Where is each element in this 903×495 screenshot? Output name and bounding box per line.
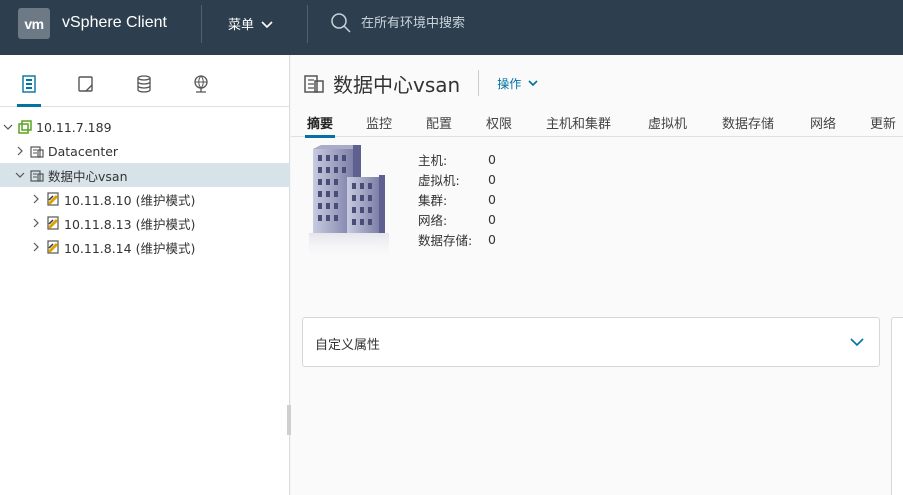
tree-item-label: 10.11.8.13 (维护模式) bbox=[64, 216, 196, 232]
chevron-down-icon[interactable] bbox=[14, 169, 26, 181]
storage-icon bbox=[137, 75, 151, 93]
datacenter-building-icon bbox=[309, 145, 389, 263]
host-maintenance-icon bbox=[46, 240, 60, 254]
header-divider bbox=[307, 5, 308, 43]
stat-vms: 虚拟机: 0 bbox=[418, 171, 496, 188]
tab-hosts-clusters[interactable]: 主机和集群 bbox=[546, 113, 611, 132]
tab-vms[interactable]: 虚拟机 bbox=[648, 113, 687, 132]
chevron-down-icon[interactable] bbox=[849, 334, 865, 350]
object-tabs: 摘要 监控 配置 权限 主机和集群 虚拟机 数据存储 网络 更新 bbox=[291, 109, 903, 138]
vcenter-icon bbox=[18, 120, 32, 134]
vm-logo[interactable]: vm bbox=[18, 8, 50, 39]
tab-updates[interactable]: 更新 bbox=[870, 113, 896, 132]
host-maintenance-icon bbox=[46, 216, 60, 230]
tree-item-host[interactable]: 10.11.8.14 (维护模式) bbox=[0, 235, 290, 259]
tab-networking[interactable] bbox=[186, 69, 216, 99]
menu-label: 菜单 bbox=[228, 18, 255, 33]
chevron-down-icon bbox=[528, 80, 538, 87]
tab-permissions[interactable]: 权限 bbox=[486, 113, 512, 132]
tab-monitor[interactable]: 监控 bbox=[366, 113, 392, 132]
global-search[interactable] bbox=[330, 10, 630, 36]
vms-templates-icon bbox=[78, 76, 93, 92]
actions-label: 操作 bbox=[497, 76, 522, 91]
chevron-down-icon[interactable] bbox=[2, 121, 14, 133]
networking-icon bbox=[194, 75, 208, 93]
tab-hosts-clusters[interactable] bbox=[14, 69, 44, 107]
summary-stats: 主机: 0 虚拟机: 0 集群: 0 网络: 0 数据存储: 0 bbox=[418, 149, 496, 249]
tree-item-label: 10.11.8.10 (维护模式) bbox=[64, 192, 196, 208]
tab-networks[interactable]: 网络 bbox=[810, 113, 836, 132]
datacenter-icon bbox=[304, 75, 324, 93]
chevron-right-icon[interactable] bbox=[30, 193, 42, 205]
tree-item-datacenter[interactable]: Datacenter bbox=[0, 139, 290, 163]
tab-datastores[interactable]: 数据存储 bbox=[722, 113, 774, 132]
header-divider bbox=[201, 5, 202, 43]
host-maintenance-icon bbox=[46, 192, 60, 206]
hosts-clusters-icon bbox=[22, 75, 36, 93]
main-content: 数据中心vsan 操作 摘要 监控 配置 权限 主机和集群 虚拟机 数据存储 网… bbox=[291, 55, 903, 495]
chevron-right-icon[interactable] bbox=[14, 145, 26, 157]
tree-item-label: 数据中心vsan bbox=[48, 168, 128, 184]
chevron-down-icon bbox=[261, 20, 273, 28]
tree-item-label: 10.11.7.189 bbox=[36, 119, 112, 135]
card-title: 自定义属性 bbox=[315, 338, 381, 353]
stat-clusters: 集群: 0 bbox=[418, 191, 496, 208]
tree-item-label: Datacenter bbox=[48, 143, 119, 159]
actions-menu-button[interactable]: 操作 bbox=[497, 75, 539, 92]
stat-datastores: 数据存储: 0 bbox=[418, 231, 496, 248]
datacenter-icon bbox=[30, 144, 44, 158]
chevron-right-icon[interactable] bbox=[30, 217, 42, 229]
tree-item-vcenter[interactable]: 10.11.7.189 bbox=[0, 115, 290, 139]
inventory-view-tabs bbox=[0, 55, 290, 107]
side-card bbox=[891, 317, 903, 495]
tab-summary[interactable]: 摘要 bbox=[304, 113, 336, 138]
stat-hosts: 主机: 0 bbox=[418, 151, 496, 168]
tab-vms-templates[interactable] bbox=[71, 69, 101, 99]
top-header-bar: vm vSphere Client 菜单 bbox=[0, 0, 903, 55]
tab-configure[interactable]: 配置 bbox=[426, 113, 452, 132]
page-title: 数据中心vsan bbox=[333, 72, 461, 97]
summary-panel: 主机: 0 虚拟机: 0 集群: 0 网络: 0 数据存储: 0 bbox=[303, 145, 603, 270]
inventory-tree: 10.11.7.189 Datacenter 数据中心vsan 10.11.8.… bbox=[0, 115, 290, 259]
header-divider bbox=[478, 70, 480, 96]
menu-button[interactable]: 菜单 bbox=[228, 14, 274, 33]
tree-item-host[interactable]: 10.11.8.13 (维护模式) bbox=[0, 211, 290, 235]
tree-item-host[interactable]: 10.11.8.10 (维护模式) bbox=[0, 187, 290, 211]
inventory-panel: 10.11.7.189 Datacenter 数据中心vsan 10.11.8.… bbox=[0, 55, 291, 495]
tab-storage[interactable] bbox=[129, 69, 159, 99]
datacenter-icon bbox=[30, 168, 44, 182]
search-icon bbox=[331, 13, 351, 33]
tree-item-label: 10.11.8.14 (维护模式) bbox=[64, 240, 196, 256]
tree-item-datacenter-vsan[interactable]: 数据中心vsan bbox=[0, 163, 290, 187]
stat-networks: 网络: 0 bbox=[418, 211, 496, 228]
search-input[interactable] bbox=[361, 15, 601, 31]
app-title: vSphere Client bbox=[62, 14, 167, 31]
custom-attributes-card: 自定义属性 bbox=[302, 317, 880, 367]
object-header: 数据中心vsan 操作 bbox=[303, 67, 539, 99]
chevron-right-icon[interactable] bbox=[30, 241, 42, 253]
